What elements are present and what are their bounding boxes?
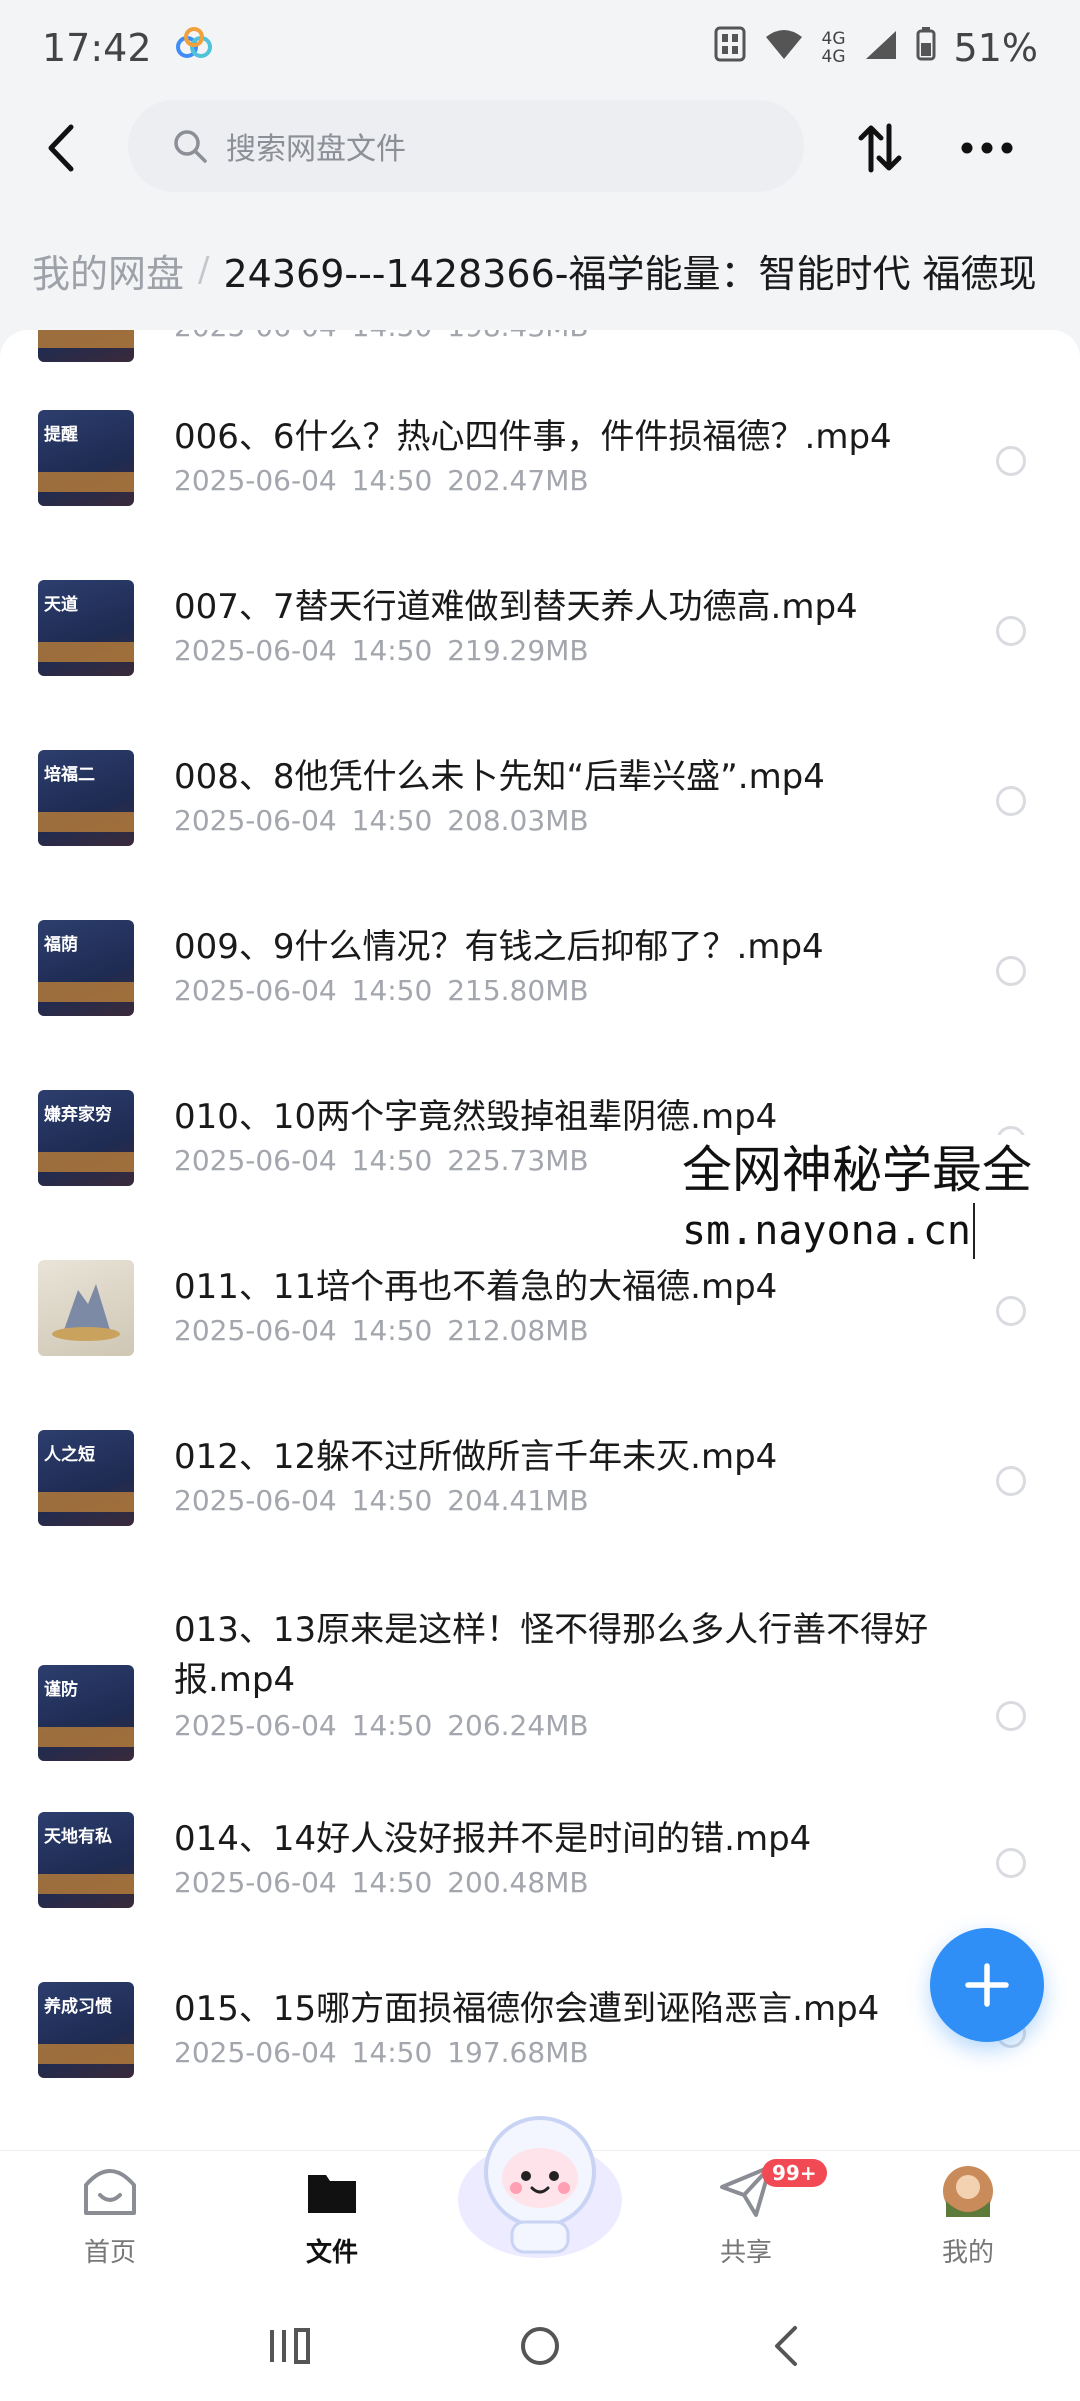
file-name: 012、12躲不过所做所言千年未灭.mp4: [174, 1437, 778, 1477]
add-button[interactable]: [930, 1928, 1044, 2042]
select-radio[interactable]: [996, 1848, 1026, 1878]
more-dots-icon: [961, 142, 1013, 154]
video-thumbnail: 天地有私: [38, 1812, 134, 1908]
wifi-icon: [764, 26, 804, 70]
select-radio[interactable]: [996, 786, 1026, 816]
select-radio[interactable]: [996, 446, 1026, 476]
file-name: 009、9什么情况？有钱之后抑郁了？.mp4: [174, 927, 824, 967]
nav-me[interactable]: 我的: [898, 2161, 1038, 2269]
sort-arrows-icon: [858, 123, 902, 173]
watermark: 全网神秘学最全 sm.nayona.cn: [676, 1135, 1038, 1261]
file-meta: 2025-06-04 14:50 206.24MB: [174, 1709, 589, 1742]
top-bar: 搜索网盘文件: [0, 98, 1080, 198]
search-placeholder: 搜索网盘文件: [226, 132, 406, 167]
select-radio[interactable]: [996, 1296, 1026, 1326]
file-meta: 2025-06-04 14:50 219.29MB: [174, 634, 589, 667]
battery-icon: [916, 26, 936, 70]
nfc-icon: [714, 26, 746, 71]
watermark-title: 全网神秘学最全: [682, 1141, 1032, 1199]
file-meta: 2025-06-04 14:50 208.03MB: [174, 804, 589, 837]
signal-icon: [864, 26, 898, 70]
network-type: 4G 4G: [821, 29, 846, 67]
breadcrumb-separator: /: [198, 250, 210, 290]
file-name: 013、13原来是这样！怪不得那么多人行善不得好报.mp4: [174, 1610, 929, 1700]
breadcrumb-current: 24369---1428366-福学能量：智能时代 福德现: [223, 251, 1037, 296]
file-name: 014、14好人没好报并不是时间的错.mp4: [174, 1819, 812, 1859]
select-radio[interactable]: [996, 616, 1026, 646]
nav-me-label: 我的: [941, 2238, 994, 2268]
recents-icon: [270, 2328, 310, 2364]
file-name: 007、7替天行道难做到替天养人功德高.mp4: [174, 587, 858, 627]
video-thumbnail: [38, 330, 134, 362]
back-arrow-icon: [48, 124, 74, 172]
back-system-button[interactable]: [746, 2314, 826, 2378]
nav-share-label: 共享: [719, 2238, 772, 2268]
nav-home[interactable]: 首页: [40, 2161, 180, 2269]
app-cloud-icon: [174, 26, 214, 70]
nav-files[interactable]: 文件: [262, 2161, 402, 2269]
file-meta: 2025-06-04 14:50 204.41MB: [174, 1484, 589, 1517]
status-time: 17:42: [42, 26, 152, 70]
file-meta: 2025-06-04 14:50 197.68MB: [174, 2036, 589, 2069]
select-radio[interactable]: [996, 1701, 1026, 1731]
nav-files-label: 文件: [305, 2238, 358, 2268]
list-item[interactable]: 2025-06-04 14:50 198.43MB: [0, 330, 1080, 362]
search-icon: [174, 130, 207, 163]
video-thumbnail: 培福二: [38, 750, 134, 846]
file-meta: 2025-06-04 14:50 200.48MB: [174, 1866, 589, 1899]
search-input[interactable]: 搜索网盘文件: [128, 100, 804, 192]
more-button[interactable]: [955, 116, 1019, 180]
watermark-url: sm.nayona.cn: [682, 1203, 975, 1259]
video-thumbnail: 提醒: [38, 410, 134, 506]
file-meta: 2025-06-04 14:50 212.08MB: [174, 1314, 589, 1347]
sort-button[interactable]: [850, 116, 910, 180]
breadcrumb: 我的网盘 / 24369---1428366-福学能量：智能时代 福德现: [32, 240, 1080, 300]
file-meta: 2025-06-04 14:50 215.80MB: [174, 974, 589, 1007]
file-meta: 2025-06-04 14:50 202.47MB: [174, 464, 589, 497]
video-thumbnail: 天道: [38, 580, 134, 676]
select-radio[interactable]: [996, 1466, 1026, 1496]
battery-level: 51%: [953, 26, 1038, 70]
file-meta: 2025-06-04 14:50 225.73MB: [174, 1144, 589, 1177]
plus-icon: [965, 1963, 1009, 2007]
file-name: 011、11培个再也不着急的大福德.mp4: [174, 1267, 778, 1307]
breadcrumb-root[interactable]: 我的网盘: [32, 243, 184, 298]
assistant-mascot-button[interactable]: [450, 2100, 630, 2260]
robot-mascot-icon: [458, 2116, 622, 2258]
home-icon: [84, 2169, 136, 2215]
file-meta: 2025-06-04 14:50 198.43MB: [174, 330, 589, 343]
file-name: 008、8他凭什么未卜先知“后辈兴盛”.mp4: [174, 757, 825, 797]
video-thumbnail: 谨防: [38, 1665, 134, 1761]
video-thumbnail: 人之短: [38, 1430, 134, 1526]
file-name: 006、6什么？热心四件事，件件损福德？.mp4: [174, 417, 892, 457]
home-system-button[interactable]: [500, 2314, 580, 2378]
video-thumbnail: [38, 1260, 134, 1356]
folder-icon: [308, 2175, 356, 2213]
video-thumbnail: 福荫: [38, 920, 134, 1016]
recent-apps-button[interactable]: [250, 2314, 330, 2378]
nav-home-label: 首页: [83, 2238, 136, 2268]
select-radio[interactable]: [996, 956, 1026, 986]
file-name: 015、15哪方面损福德你会遭到诬陷恶言.mp4: [174, 1989, 880, 2029]
share-badge: 99+: [762, 2159, 827, 2187]
home-circle-icon: [521, 2327, 559, 2365]
system-nav-bar: [0, 2290, 1080, 2401]
video-thumbnail: 嫌弃家穷: [38, 1090, 134, 1186]
back-chevron-icon: [775, 2326, 797, 2366]
status-bar: 17:42 4G 4G 51%: [0, 0, 1080, 96]
avatar: [943, 2166, 993, 2217]
video-thumbnail: 养成习惯: [38, 1982, 134, 2078]
back-button[interactable]: [30, 114, 90, 182]
